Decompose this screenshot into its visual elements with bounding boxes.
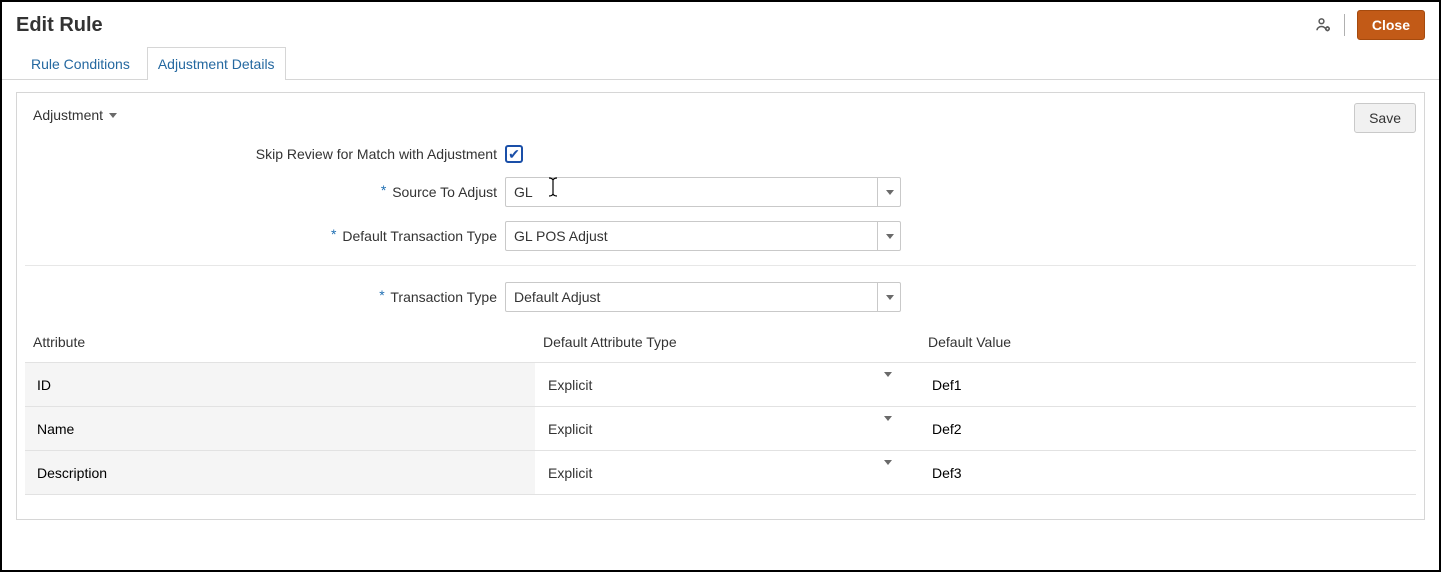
default-txn-label: Default Transaction Type <box>342 228 497 244</box>
chevron-down-icon[interactable] <box>884 377 892 393</box>
chevron-down-icon[interactable] <box>877 177 901 207</box>
required-indicator: * <box>331 226 336 242</box>
tab-bar: Rule Conditions Adjustment Details <box>2 46 1439 80</box>
cell-attribute: Description <box>25 451 535 495</box>
table-row: Description Def3 <box>25 451 1416 495</box>
source-select[interactable] <box>505 177 901 207</box>
user-settings-icon[interactable] <box>1314 16 1332 34</box>
attribute-type-select[interactable] <box>543 458 898 488</box>
tab-rule-conditions[interactable]: Rule Conditions <box>20 47 141 80</box>
cell-attribute: ID <box>25 363 535 407</box>
close-button[interactable]: Close <box>1357 10 1425 40</box>
col-value: Default Value <box>920 326 1416 363</box>
required-indicator: * <box>379 287 384 303</box>
skip-review-checkbox[interactable]: ✔ <box>505 145 523 163</box>
chevron-down-icon[interactable] <box>884 465 892 481</box>
chevron-down-icon[interactable] <box>877 282 901 312</box>
txn-label: Transaction Type <box>390 289 497 305</box>
table-row: Name Def2 <box>25 407 1416 451</box>
default-txn-select[interactable] <box>505 221 901 251</box>
adjustment-label: Adjustment <box>33 107 103 123</box>
page-title: Edit Rule <box>16 14 103 37</box>
source-input[interactable] <box>505 177 901 207</box>
col-type: Default Attribute Type <box>535 326 920 363</box>
separator <box>25 265 1416 266</box>
table-row: ID Def1 <box>25 363 1416 407</box>
cell-attribute: Name <box>25 407 535 451</box>
save-button[interactable]: Save <box>1354 103 1416 133</box>
chevron-down-icon[interactable] <box>877 221 901 251</box>
txn-select[interactable] <box>505 282 901 312</box>
divider <box>1344 14 1345 36</box>
adjustment-dropdown[interactable]: Adjustment <box>29 103 121 127</box>
attribute-type-input[interactable] <box>543 414 898 444</box>
required-indicator: * <box>381 182 386 198</box>
attribute-table: Attribute Default Attribute Type Default… <box>25 326 1416 495</box>
skip-review-label: Skip Review for Match with Adjustment <box>25 146 505 162</box>
attribute-type-input[interactable] <box>543 458 898 488</box>
default-txn-input[interactable] <box>505 221 901 251</box>
attribute-type-select[interactable] <box>543 370 898 400</box>
cell-value: Def3 <box>920 451 1416 495</box>
txn-input[interactable] <box>505 282 901 312</box>
cell-value: Def2 <box>920 407 1416 451</box>
chevron-down-icon[interactable] <box>884 421 892 437</box>
tab-adjustment-details[interactable]: Adjustment Details <box>147 47 286 80</box>
cell-value: Def1 <box>920 363 1416 407</box>
attribute-type-select[interactable] <box>543 414 898 444</box>
caret-down-icon <box>109 113 117 118</box>
check-icon: ✔ <box>508 147 520 161</box>
attribute-type-input[interactable] <box>543 370 898 400</box>
col-attribute: Attribute <box>25 326 535 363</box>
source-label: Source To Adjust <box>392 184 497 200</box>
